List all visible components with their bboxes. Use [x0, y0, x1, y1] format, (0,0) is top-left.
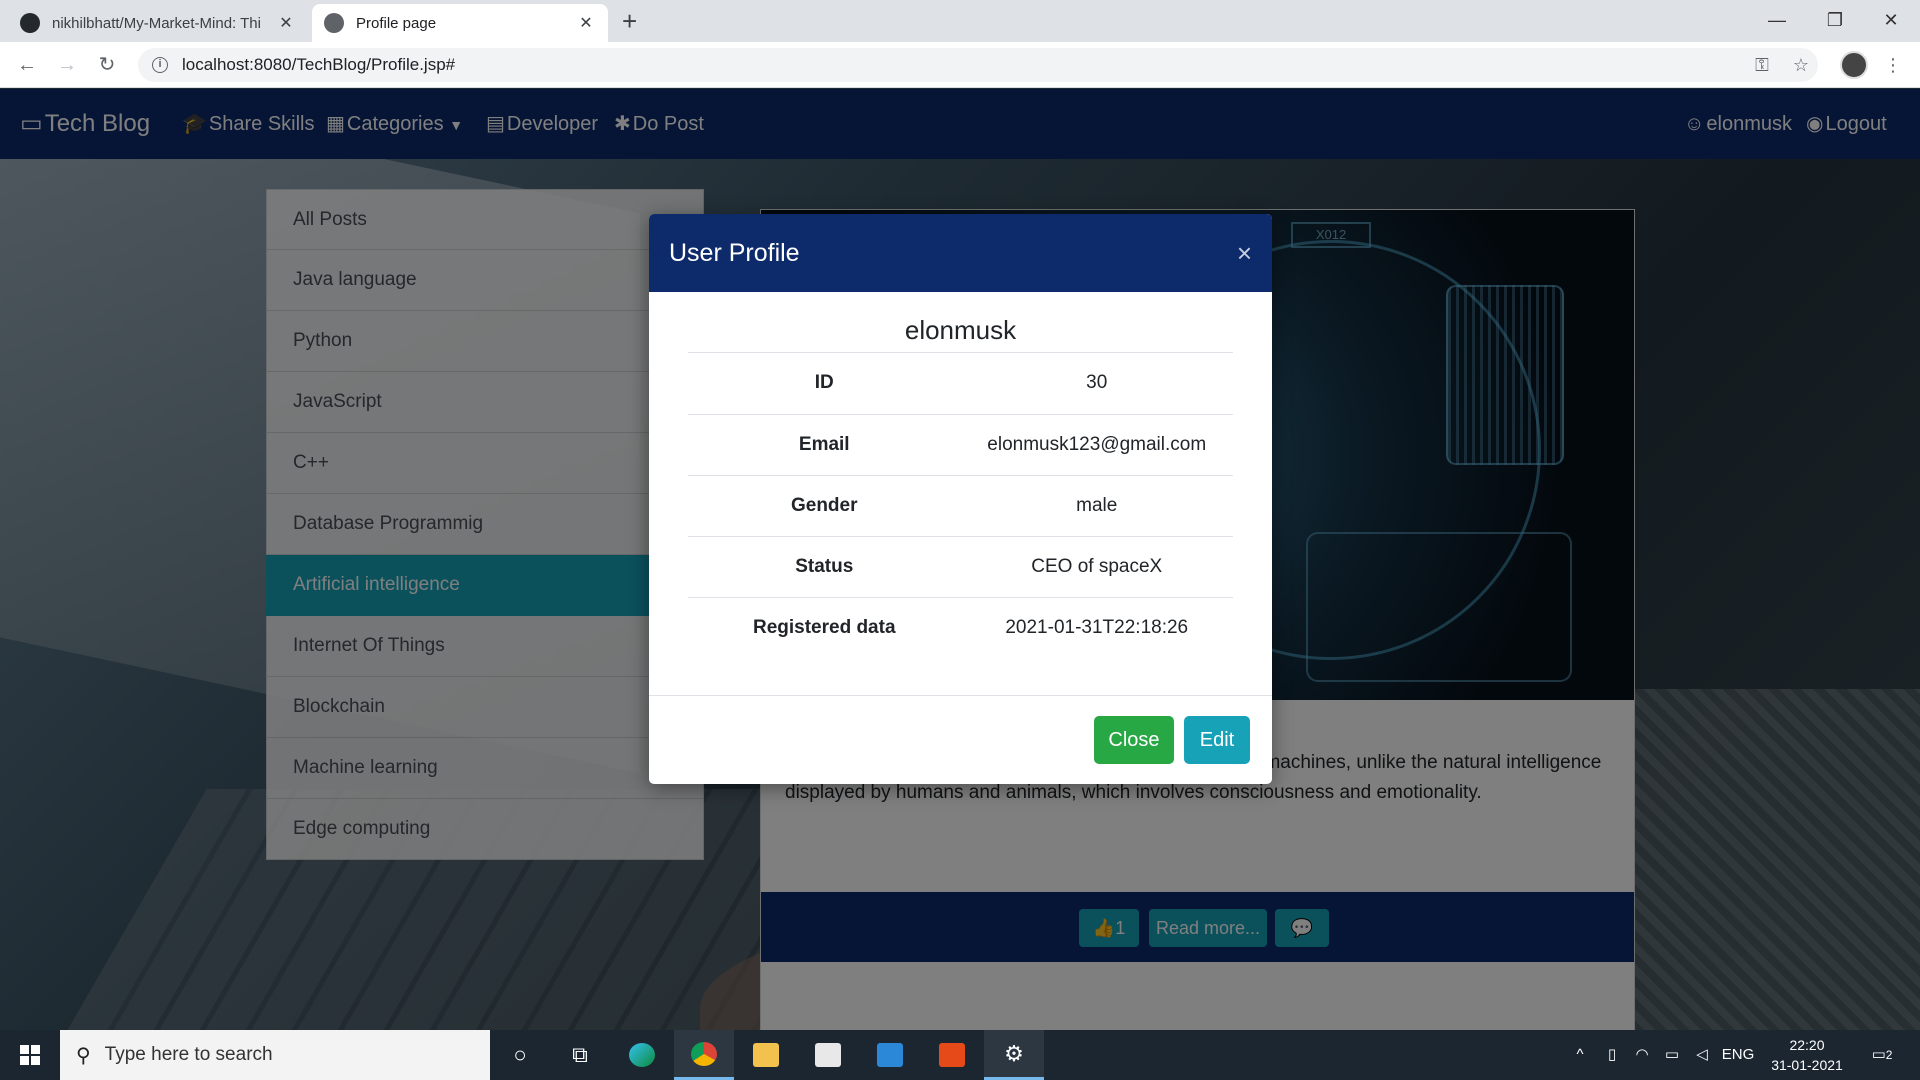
- device-icon[interactable]: ▯: [1598, 1030, 1626, 1080]
- minimize-icon[interactable]: —: [1748, 0, 1806, 42]
- taskbar-search[interactable]: ⚲ Type here to search: [60, 1030, 490, 1080]
- browser-tab-profile[interactable]: Profile page ✕: [312, 4, 608, 42]
- profile-key: ID: [688, 353, 961, 415]
- browser-tab-github[interactable]: nikhilbhatt/My-Market-Mind: Thi ✕: [8, 4, 308, 42]
- volume-icon[interactable]: ◁: [1688, 1030, 1716, 1080]
- address-bar[interactable]: i localhost:8080/TechBlog/Profile.jsp#: [138, 48, 1818, 82]
- windows-icon: [20, 1045, 40, 1065]
- profile-value: 30: [960, 353, 1233, 415]
- tab-title: Profile page: [356, 14, 437, 32]
- restore-icon[interactable]: ❐: [1806, 0, 1864, 42]
- star-icon[interactable]: ☆: [1786, 50, 1816, 80]
- profile-key: Registered data: [752, 616, 896, 638]
- start-button[interactable]: [0, 1030, 60, 1080]
- table-row: Gender male: [688, 475, 1233, 537]
- modal-title: User Profile: [669, 239, 800, 267]
- profile-value: 2021-01-31T22:18:26: [1005, 616, 1189, 638]
- modal-header: User Profile ×: [649, 214, 1272, 292]
- close-window-icon[interactable]: ✕: [1862, 0, 1920, 42]
- battery-icon[interactable]: ▭: [1658, 1030, 1686, 1080]
- profile-avatar[interactable]: [1840, 51, 1868, 79]
- notification-icon: ▭: [1871, 1046, 1886, 1063]
- store-icon[interactable]: [798, 1030, 858, 1080]
- clock-date: 31-01-2021: [1771, 1057, 1843, 1073]
- office-icon[interactable]: [922, 1030, 982, 1080]
- chrome-icon[interactable]: [674, 1030, 734, 1080]
- url-text: localhost:8080/TechBlog/Profile.jsp#: [182, 55, 456, 74]
- profile-key: Email: [688, 414, 961, 476]
- task-view-icon[interactable]: ⧉: [550, 1030, 610, 1080]
- github-icon: [20, 13, 40, 33]
- key-icon[interactable]: ⚿: [1747, 50, 1777, 80]
- menu-icon[interactable]: ⋮: [1878, 50, 1908, 80]
- search-icon: ⚲: [76, 1044, 91, 1067]
- table-row: Email elonmusk123@gmail.com: [688, 414, 1233, 476]
- language-indicator[interactable]: ENG: [1718, 1030, 1758, 1080]
- back-icon[interactable]: ←: [12, 50, 42, 80]
- notification-center[interactable]: ▭2: [1862, 1030, 1902, 1080]
- modal-body: elonmusk ID 30 Email elonmusk123@gmail.c…: [649, 292, 1272, 658]
- settings-gear-icon[interactable]: ⚙: [984, 1030, 1044, 1080]
- clock-time: 22:20: [1789, 1037, 1825, 1053]
- search-placeholder: Type here to search: [104, 1044, 273, 1065]
- modal-footer: Close Edit: [649, 695, 1272, 784]
- profile-table: ID 30 Email elonmusk123@gmail.com Gender…: [688, 353, 1233, 658]
- forward-icon[interactable]: →: [52, 50, 82, 80]
- edit-button[interactable]: Edit: [1184, 716, 1250, 764]
- profile-value: male: [960, 475, 1233, 537]
- profile-key: Status: [688, 536, 961, 598]
- page-viewport: ▭Tech Blog 🎓Share Skills ▦Categories ▼ ▤…: [0, 89, 1920, 1030]
- reload-icon[interactable]: ↻: [92, 50, 122, 80]
- close-tab-icon[interactable]: ✕: [576, 13, 596, 33]
- close-tab-icon[interactable]: ✕: [276, 13, 296, 33]
- close-button[interactable]: Close: [1094, 716, 1174, 764]
- clock[interactable]: 22:20 31-01-2021: [1762, 1035, 1852, 1075]
- wifi-icon[interactable]: ◠: [1628, 1030, 1656, 1080]
- profile-value: CEO of spaceX: [960, 536, 1233, 598]
- edge-icon[interactable]: [612, 1030, 672, 1080]
- profile-key: Gender: [688, 475, 961, 537]
- file-explorer-icon[interactable]: [736, 1030, 796, 1080]
- tab-title: nikhilbhatt/My-Market-Mind: Thi: [52, 14, 261, 32]
- browser-toolbar: ← → ↻ i localhost:8080/TechBlog/Profile.…: [0, 42, 1920, 88]
- mail-icon[interactable]: [860, 1030, 920, 1080]
- profile-username: elonmusk: [688, 310, 1233, 353]
- browser-tab-strip: nikhilbhatt/My-Market-Mind: Thi ✕ Profil…: [0, 0, 1920, 42]
- user-profile-modal: User Profile × elonmusk ID 30 Email elon…: [649, 214, 1272, 784]
- globe-icon: [324, 13, 344, 33]
- cortana-icon[interactable]: ○: [490, 1030, 550, 1080]
- modal-close-icon[interactable]: ×: [1237, 214, 1252, 292]
- chevron-up-icon[interactable]: ^: [1566, 1030, 1594, 1080]
- table-row: Status CEO of spaceX: [688, 536, 1233, 598]
- windows-taskbar: ⚲ Type here to search ○ ⧉ ⚙ ^ ▯ ◠ ▭ ◁ EN…: [0, 1030, 1920, 1080]
- table-row: ID 30: [688, 353, 1233, 415]
- profile-value: elonmusk123@gmail.com: [960, 414, 1233, 476]
- new-tab-button[interactable]: +: [622, 7, 637, 35]
- info-icon[interactable]: i: [152, 57, 168, 73]
- notification-count: 2: [1885, 1048, 1893, 1062]
- table-row: Registered data 2021-01-31T22:18:26: [688, 597, 1233, 658]
